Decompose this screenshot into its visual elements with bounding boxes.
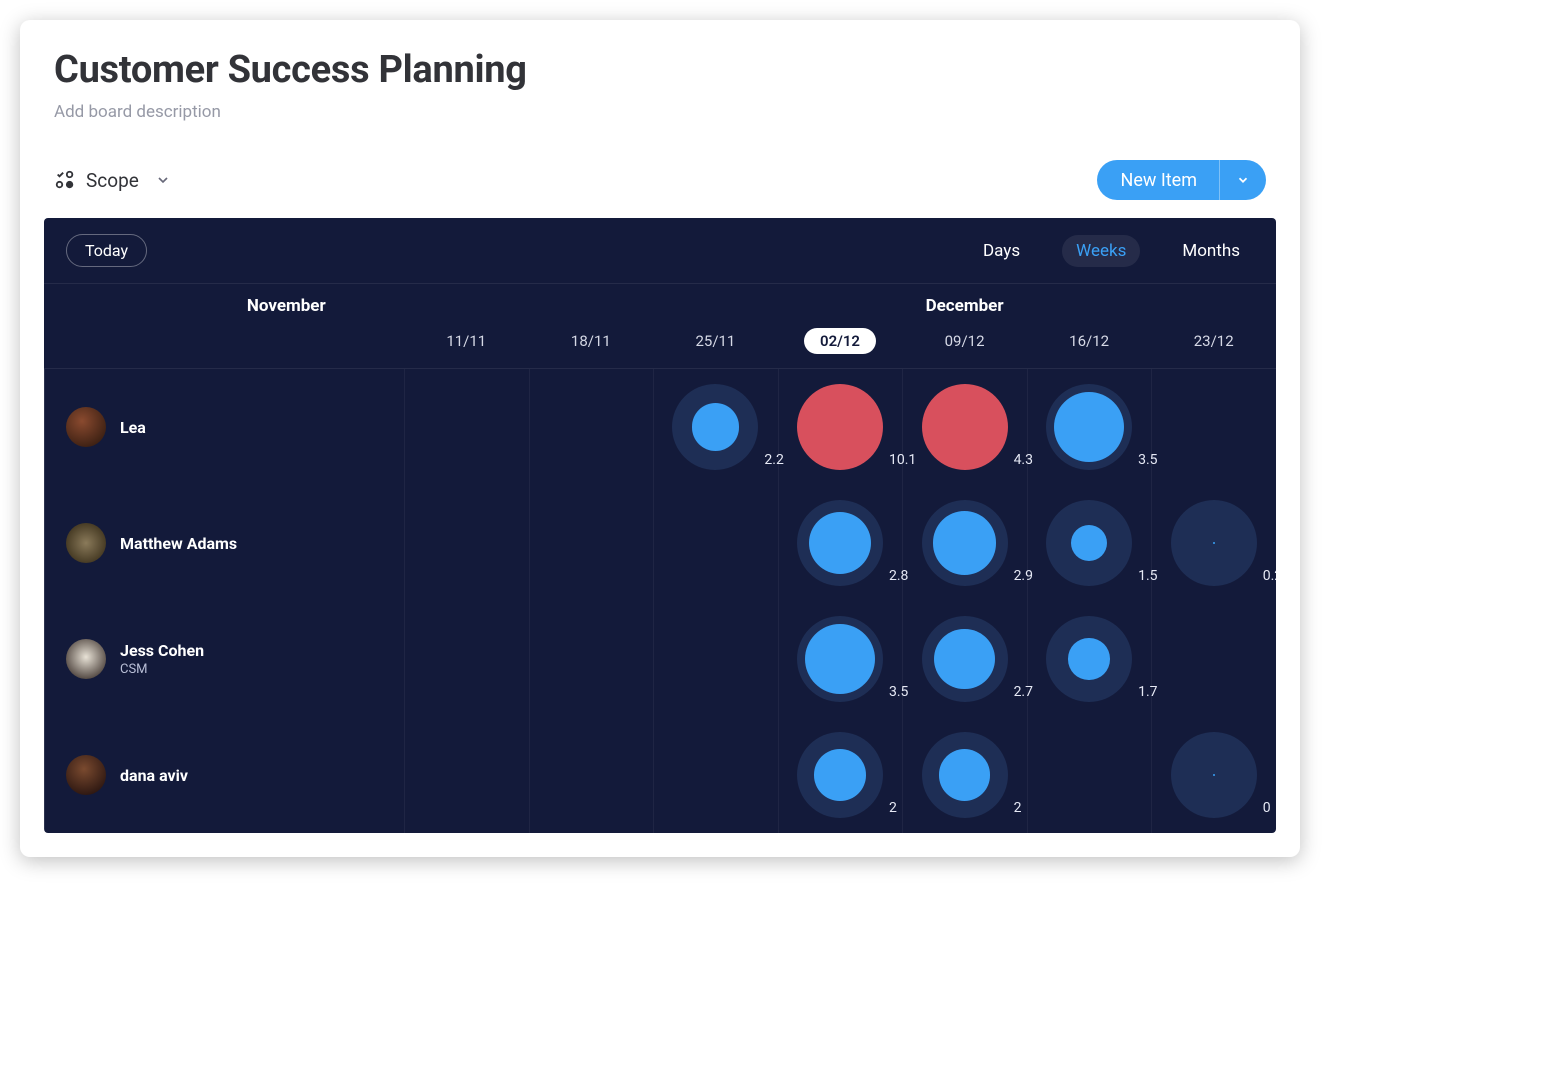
workload-value: 2 [889,800,897,816]
workload-cell[interactable]: 1.5 [1027,485,1152,601]
range-days[interactable]: Days [969,235,1034,267]
date-cell[interactable]: 25/11 [653,322,778,364]
scope-view-selector[interactable]: Scope [54,169,171,192]
person-cell[interactable]: dana aviv [44,733,404,817]
range-months[interactable]: Months [1168,235,1254,267]
workload-bubble: 3.5 [797,616,883,702]
workload-cell[interactable]: 4.3 [902,369,1027,485]
person-cell[interactable]: Jess Cohen CSM [44,617,404,701]
date-cell[interactable]: 11/11 [404,322,529,364]
month-label-right: December [653,284,1276,318]
workload-cell[interactable]: 0 [1151,717,1276,833]
workload-cell[interactable]: 2.9 [902,485,1027,601]
workload-cell[interactable] [529,717,654,833]
workload-cell[interactable]: 3.5 [1027,369,1152,485]
person-row: Jess Cohen CSM 3.5 2.7 1.7 [44,601,1276,717]
workload-cell[interactable] [404,485,529,601]
workload-cell[interactable] [529,369,654,485]
header: Customer Success Planning Add board desc… [20,20,1300,132]
date-cell[interactable]: 02/12 [778,318,903,368]
workload-cell[interactable]: 2.8 [778,485,903,601]
board-card: Customer Success Planning Add board desc… [20,20,1300,857]
workload-cell[interactable]: 2.2 [653,369,778,485]
person-cell[interactable]: Matthew Adams [44,501,404,585]
workload-cell[interactable] [404,601,529,717]
person-row: dana aviv220 [44,717,1276,833]
avatar [66,523,106,563]
chevron-down-icon [1236,173,1250,187]
workload-cell[interactable] [529,601,654,717]
workload-board: Today Days Weeks Months November Decembe… [44,218,1276,833]
workload-bubble: 1.7 [1046,616,1132,702]
workload-value: 0 [1263,800,1271,816]
workload-cell[interactable] [404,717,529,833]
workload-cell[interactable] [653,485,778,601]
board-toolbar: Today Days Weeks Months [44,218,1276,284]
today-button[interactable]: Today [66,234,147,267]
page-title: Customer Success Planning [54,48,1266,92]
person-name: Jess Cohen [120,641,204,660]
person-name: Matthew Adams [120,534,237,553]
dates-row: 11/1118/1125/1102/1209/1216/1223/12 [44,318,1276,369]
workload-bubble: 0.2 [1171,500,1257,586]
scope-icon [54,169,76,191]
workload-cell[interactable]: 2.7 [902,601,1027,717]
date-cell[interactable]: 23/12 [1151,322,1276,364]
workload-bubble: 10.1 [797,384,883,470]
workload-bubble: 3.5 [1046,384,1132,470]
workload-bubble: 0 [1171,732,1257,818]
new-item-button[interactable]: New Item [1097,160,1267,200]
date-cell[interactable]: 09/12 [902,322,1027,364]
workload-cell[interactable]: 10.1 [778,369,903,485]
workload-cell[interactable] [1151,601,1276,717]
workload-cell[interactable] [653,601,778,717]
workload-bubble: 2.8 [797,500,883,586]
range-weeks[interactable]: Weeks [1062,235,1140,267]
workload-bubble: 1.5 [1046,500,1132,586]
chevron-down-icon [155,172,171,188]
date-cell[interactable]: 18/11 [529,322,654,364]
person-name: dana aviv [120,766,188,785]
avatar [66,755,106,795]
person-name: Lea [120,418,146,437]
workload-cell[interactable]: 2 [902,717,1027,833]
workload-bubble: 2.9 [922,500,1008,586]
workload-value: 2 [1014,800,1022,816]
person-row: Matthew Adams 2.8 2.9 1.5 0.2 [44,485,1276,601]
avatar [66,639,106,679]
workload-bubble: 2 [797,732,883,818]
workload-cell[interactable]: 2 [778,717,903,833]
workload-value: 0.2 [1263,568,1276,584]
scope-label: Scope [86,169,139,192]
workload-cell[interactable] [1151,369,1276,485]
page-subtitle-placeholder[interactable]: Add board description [54,102,1266,122]
workload-cell[interactable]: 3.5 [778,601,903,717]
person-role: CSM [120,662,204,677]
grid-header: November December 11/1118/1125/1102/1209… [44,284,1276,369]
person-row: Lea 2.2 10.1 4.3 3.5 [44,369,1276,485]
workload-cell[interactable] [529,485,654,601]
workload-cell[interactable] [653,717,778,833]
date-cell[interactable]: 16/12 [1027,322,1152,364]
new-item-label: New Item [1097,170,1220,191]
new-item-dropdown[interactable] [1219,160,1266,200]
workload-bubble: 2 [922,732,1008,818]
person-cell[interactable]: Lea [44,385,404,469]
grid-body: Lea 2.2 10.1 4.3 3.5 Matthew Adams 2.8 2.9 1.5 0.… [44,369,1276,833]
toolbar: Scope New Item [20,132,1300,218]
workload-cell[interactable]: 0.2 [1151,485,1276,601]
workload-cell[interactable] [1027,717,1152,833]
workload-cell[interactable]: 1.7 [1027,601,1152,717]
range-toggle: Days Weeks Months [969,235,1254,267]
workload-bubble: 2.7 [922,616,1008,702]
workload-bubble: 2.2 [672,384,758,470]
workload-bubble: 4.3 [922,384,1008,470]
month-label-left: November [44,284,529,318]
avatar [66,407,106,447]
workload-cell[interactable] [404,369,529,485]
